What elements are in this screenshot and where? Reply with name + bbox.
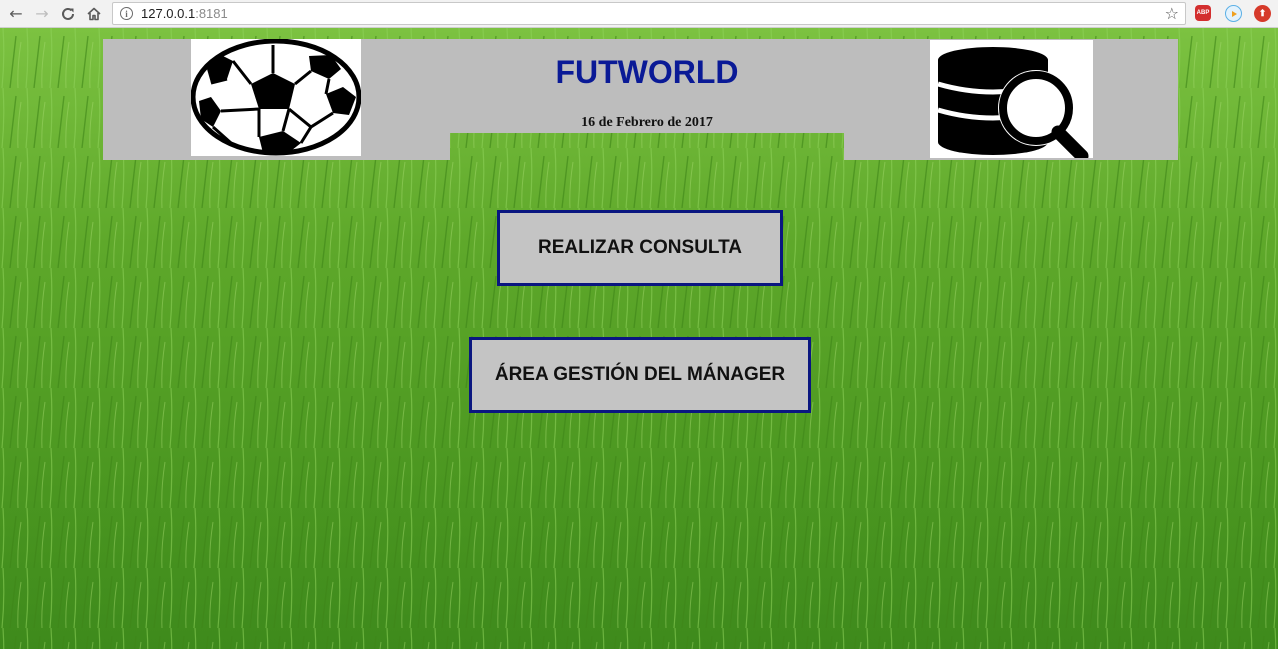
- url-port: :8181: [195, 6, 228, 21]
- forward-arrow-icon[interactable]: →: [32, 4, 52, 24]
- page-viewport: FUTWORLD 16 de Febrero de 2017 REALIZAR …: [0, 28, 1278, 649]
- upload-extension-icon[interactable]: ⬆: [1254, 5, 1271, 22]
- browser-toolbar: ← → i 127.0.0.1:8181 ☆ ABP ⬆: [0, 0, 1278, 28]
- soccer-ball-icon: [190, 38, 362, 156]
- url-host: 127.0.0.1: [141, 6, 196, 21]
- site-info-icon[interactable]: i: [120, 7, 133, 20]
- url-text[interactable]: 127.0.0.1:8181: [141, 6, 228, 21]
- adblock-plus-icon[interactable]: ABP: [1195, 5, 1211, 21]
- back-arrow-icon[interactable]: ←: [6, 4, 26, 24]
- reload-icon[interactable]: [58, 4, 78, 24]
- bookmark-star-icon[interactable]: ☆: [1165, 4, 1179, 23]
- media-player-icon[interactable]: [1225, 5, 1242, 22]
- realizar-consulta-button[interactable]: REALIZAR CONSULTA: [497, 210, 783, 286]
- date-label: 16 de Febrero de 2017: [581, 115, 713, 130]
- address-bar[interactable]: i 127.0.0.1:8181 ☆: [112, 2, 1186, 25]
- area-gestion-manager-button[interactable]: ÁREA GESTIÓN DEL MÁNAGER: [469, 337, 811, 413]
- database-search-icon: [930, 40, 1093, 163]
- home-icon[interactable]: [84, 4, 104, 24]
- page-title: FUTWORLD: [555, 54, 739, 90]
